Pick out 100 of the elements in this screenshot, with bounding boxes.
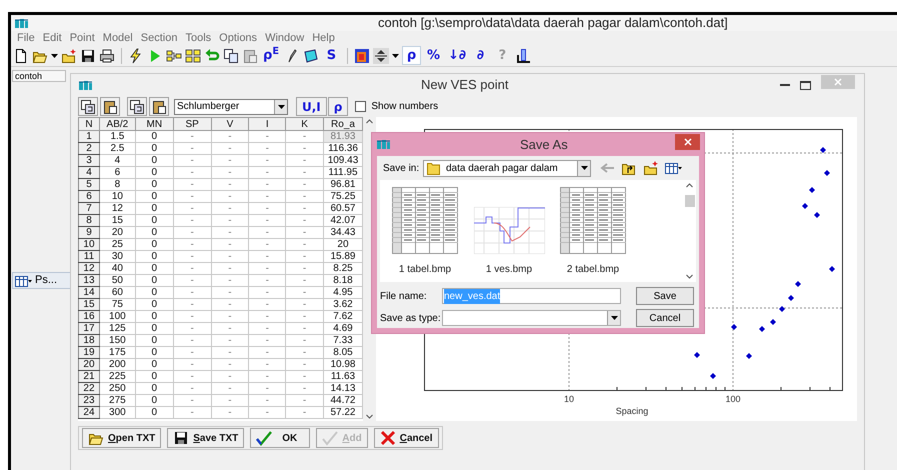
action-button[interactable]: Open TXT <box>82 428 162 448</box>
row-header[interactable]: 7 <box>78 202 100 214</box>
printer-icon[interactable] <box>99 48 115 64</box>
menu-item[interactable]: File <box>17 30 35 46</box>
row-header[interactable]: 5 <box>78 178 100 190</box>
row-header[interactable]: 24 <box>78 406 100 418</box>
field-label: Save as type: <box>380 312 442 326</box>
row-header[interactable]: 15 <box>78 298 100 310</box>
row-header[interactable]: 12 <box>78 262 100 274</box>
data-point <box>779 306 785 312</box>
row-header[interactable]: 2 <box>78 142 100 154</box>
toolbar-button[interactable]: % <box>424 46 443 65</box>
linked-boxes-icon[interactable] <box>166 48 182 64</box>
row-header[interactable]: 16 <box>78 310 100 322</box>
thumbnail-tile[interactable]: 2 tabel.bmp <box>558 184 628 277</box>
data-point <box>788 295 794 301</box>
row-header[interactable]: 11 <box>78 250 100 262</box>
toolbar-button[interactable]: S <box>322 46 341 65</box>
scroll-down-icon[interactable] <box>366 414 373 419</box>
column-header[interactable]: N <box>78 118 100 130</box>
row-header[interactable]: 20 <box>78 358 100 370</box>
maximize-icon[interactable] <box>800 80 811 90</box>
toolbar-button[interactable] <box>78 97 98 116</box>
scroll-thumb[interactable] <box>684 195 694 207</box>
toolbar-button[interactable]: ρ <box>402 46 421 65</box>
row-header[interactable]: 19 <box>78 346 100 358</box>
folder-star-icon[interactable] <box>61 48 77 64</box>
row-header[interactable]: 21 <box>78 370 100 382</box>
row-header[interactable]: 13 <box>78 274 100 286</box>
row-header[interactable]: 23 <box>78 394 100 406</box>
caret-icon[interactable] <box>392 54 399 58</box>
view-menu-icon[interactable] <box>665 160 682 176</box>
document-tab[interactable]: contoh <box>12 70 66 82</box>
toolbar-button[interactable]: ∂ <box>470 46 490 65</box>
row-header[interactable]: 18 <box>78 334 100 346</box>
action-button[interactable]: Cancel <box>374 428 439 448</box>
color-map-icon[interactable] <box>354 48 370 64</box>
action-button[interactable]: Save TXT <box>167 428 244 448</box>
array-select[interactable]: Schlumberger <box>174 98 288 114</box>
menu-item[interactable]: Options <box>219 30 258 46</box>
row-header[interactable]: 3 <box>78 154 100 166</box>
caret-icon <box>610 316 618 320</box>
new-file-icon[interactable] <box>13 48 29 64</box>
paired-boxes-icon[interactable] <box>185 48 201 64</box>
copy-icon[interactable] <box>223 48 239 64</box>
folder-star-icon[interactable] <box>643 160 659 176</box>
menu-item[interactable]: Help <box>312 30 335 46</box>
column-header[interactable]: V <box>211 118 249 130</box>
save-button[interactable]: Save <box>636 287 694 305</box>
row-header[interactable]: 6 <box>78 190 100 202</box>
floppy-icon[interactable] <box>80 48 96 64</box>
row-header[interactable]: 8 <box>78 214 100 226</box>
close-button[interactable] <box>675 134 700 150</box>
row-header[interactable]: 17 <box>78 322 100 334</box>
menu-item[interactable]: Tools <box>185 30 212 46</box>
notepad-icon[interactable] <box>302 48 319 64</box>
column-header[interactable]: AB/2 <box>99 118 136 130</box>
column-header[interactable]: K <box>286 118 324 130</box>
toolbar-button[interactable] <box>100 97 120 116</box>
column-header[interactable]: MN <box>135 118 174 130</box>
checkbox-label: Show numbers <box>371 100 438 114</box>
toolbar-button[interactable]: ρ <box>328 97 348 116</box>
thumbnail-tile[interactable]: 1 ves.bmp <box>474 184 544 277</box>
toolbar-button[interactable] <box>127 97 147 116</box>
row-header[interactable]: 10 <box>78 238 100 250</box>
menu-item[interactable]: Edit <box>42 30 62 46</box>
column-icon[interactable] <box>514 48 531 64</box>
folder-select[interactable]: data daerah pagar dalam <box>423 160 591 176</box>
menu-item[interactable]: Window <box>265 30 304 46</box>
minimize-icon[interactable] <box>780 84 790 86</box>
toolbar-button[interactable] <box>149 97 169 116</box>
spin-icon[interactable] <box>372 48 389 64</box>
caret-icon[interactable] <box>51 54 58 58</box>
caret-icon <box>580 166 588 170</box>
row-header[interactable]: 4 <box>78 166 100 178</box>
toolbar-button[interactable]: ↓∂ <box>446 46 468 65</box>
column-header[interactable]: Ro_a <box>323 118 362 130</box>
column-header[interactable]: SP <box>173 118 212 130</box>
menu-item[interactable]: Point <box>70 30 95 46</box>
file-list[interactable]: 1 tabel.bmp 1 ves.bmp 2 tabel.bmp <box>380 180 696 282</box>
row-header[interactable]: 9 <box>78 226 100 238</box>
app-logo-icon <box>78 78 93 92</box>
row-header[interactable]: 1 <box>78 130 100 142</box>
scroll-up-icon[interactable] <box>686 183 693 188</box>
toolbar-button[interactable]: ρ$^{E}$ <box>261 46 281 65</box>
data-point <box>731 324 737 330</box>
data-point <box>710 373 716 379</box>
paste-board-icon <box>102 98 118 114</box>
action-button[interactable]: OK <box>250 428 310 448</box>
toolbar-button[interactable]: U,I <box>296 97 327 116</box>
menu-item[interactable]: Model <box>102 30 133 46</box>
column-header[interactable]: I <box>248 118 286 130</box>
row-header[interactable]: 22 <box>78 382 100 394</box>
thumbnail-tile[interactable]: 1 tabel.bmp <box>390 184 460 277</box>
scroll-down-icon[interactable] <box>686 274 693 279</box>
cancel-button[interactable]: Cancel <box>636 309 694 327</box>
checkbox[interactable] <box>355 101 366 112</box>
menu-item[interactable]: Section <box>140 30 178 46</box>
row-header[interactable]: 14 <box>78 286 100 298</box>
scroll-up-icon[interactable] <box>366 119 373 124</box>
